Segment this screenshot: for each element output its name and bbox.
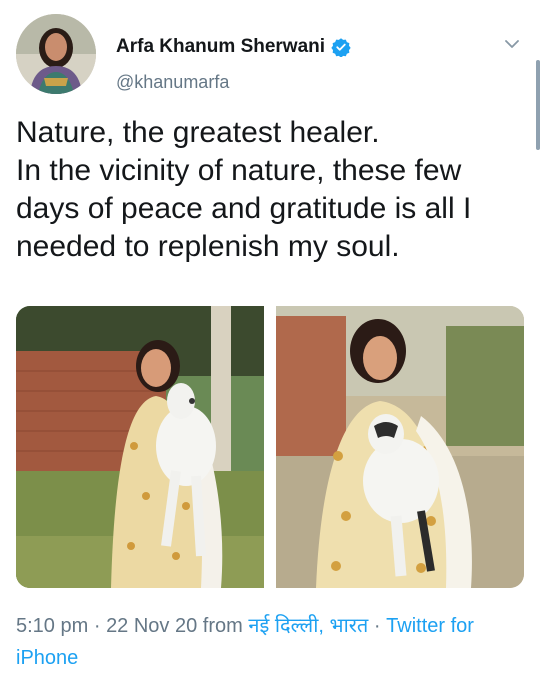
tweet-text: Nature, the greatest healer. In the vici… — [16, 116, 472, 263]
tweet-time[interactable]: 5:10 pm — [16, 615, 88, 637]
avatar-image — [16, 14, 96, 94]
meta-separator: · — [93, 615, 101, 637]
photo-woman-with-goat-2 — [276, 306, 524, 588]
tweet-photo-2[interactable] — [276, 306, 524, 588]
tweet-card: Arfa Khanum Sherwani @khanumarfa Nature,… — [0, 0, 540, 680]
avatar[interactable] — [16, 14, 96, 94]
tweet-media — [16, 306, 524, 588]
meta-separator-2: · — [373, 615, 381, 637]
author-name-row[interactable]: Arfa Khanum Sherwani — [116, 36, 351, 58]
from-label: from — [202, 615, 243, 637]
tweet-header: Arfa Khanum Sherwani @khanumarfa — [16, 14, 524, 94]
scrollbar[interactable] — [536, 60, 540, 150]
verified-badge-icon — [331, 38, 351, 57]
author-handle[interactable]: @khanumarfa — [116, 72, 229, 93]
author-name[interactable]: Arfa Khanum Sherwani — [116, 36, 325, 58]
tweet-photo-1[interactable] — [16, 306, 264, 588]
tweet-location-link[interactable]: नई दिल्ली, भारत — [248, 615, 368, 637]
chevron-down-icon[interactable] — [502, 34, 522, 54]
photo-woman-with-goat-1 — [16, 306, 264, 588]
tweet-date[interactable]: 22 Nov 20 — [106, 615, 197, 637]
tweet-meta: 5:10 pm · 22 Nov 20 from नई दिल्ली, भारत… — [16, 610, 516, 674]
